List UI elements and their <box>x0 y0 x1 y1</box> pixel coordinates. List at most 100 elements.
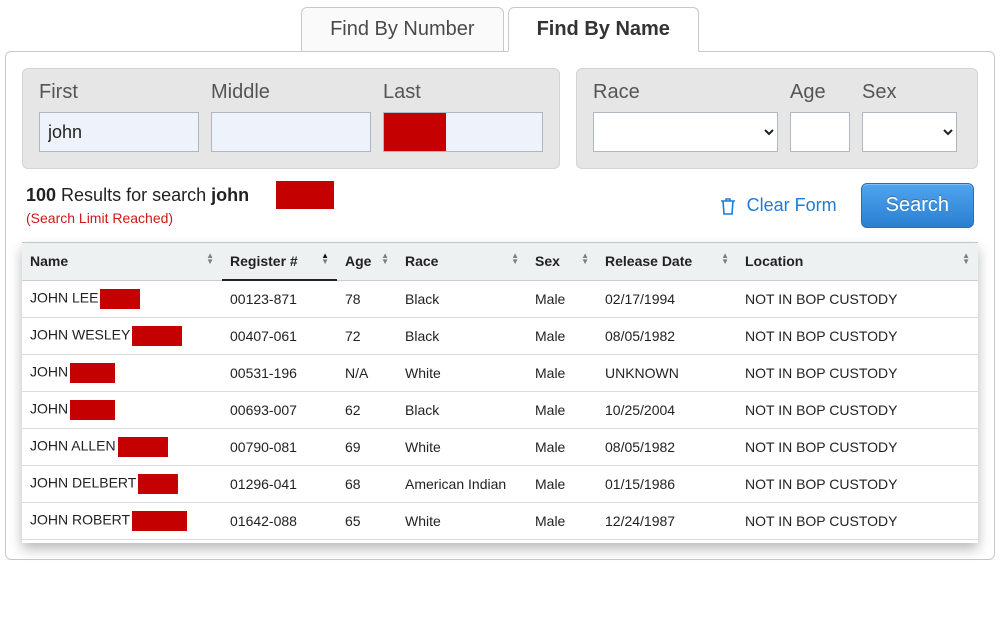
tab-find-by-name[interactable]: Find By Name <box>508 7 699 52</box>
sort-icon: ▲▼ <box>581 253 589 265</box>
cell-race: White <box>397 354 527 391</box>
cell-age: 65 <box>337 502 397 539</box>
table-row[interactable]: JOHN WESLEY00407-06172BlackMale08/05/198… <box>22 317 978 354</box>
cell-age: 69 <box>337 428 397 465</box>
sort-icon: ▲▼ <box>321 253 329 265</box>
table-row[interactable]: JOHN LEE00123-87178BlackMale02/17/1994NO… <box>22 280 978 317</box>
cell-sex: Male <box>527 539 597 543</box>
cell-sex: Male <box>527 280 597 317</box>
race-label: Race <box>593 81 778 104</box>
col-header-release[interactable]: Release Date ▲▼ <box>597 243 737 280</box>
redaction-block <box>276 181 334 209</box>
cell-name: JOHN <box>22 354 222 391</box>
col-header-sex[interactable]: Sex ▲▼ <box>527 243 597 280</box>
cell-location: NOT IN BOP CUSTODY <box>737 465 978 502</box>
redaction-block <box>100 289 140 309</box>
redaction-block <box>132 326 182 346</box>
cell-register: 00531-196 <box>222 354 337 391</box>
cell-location: NOT IN BOP CUSTODY <box>737 391 978 428</box>
cell-release: UNKNOWN <box>597 354 737 391</box>
cell-race: Black <box>397 391 527 428</box>
cell-register: 00790-081 <box>222 428 337 465</box>
cell-register: 00693-007 <box>222 391 337 428</box>
cell-location: NOT IN BOP CUSTODY <box>737 539 978 543</box>
tab-find-by-number[interactable]: Find By Number <box>301 7 504 52</box>
col-header-register[interactable]: Register # ▲▼ <box>222 243 337 280</box>
redaction-block <box>118 437 168 457</box>
redaction-block <box>384 113 446 151</box>
cell-sex: Male <box>527 317 597 354</box>
cell-age: 70 <box>337 539 397 543</box>
col-header-race[interactable]: Race ▲▼ <box>397 243 527 280</box>
cell-name: JOHN WESLEY <box>22 317 222 354</box>
table-row[interactable]: JOHN DELBERT01296-04168American IndianMa… <box>22 465 978 502</box>
cell-age: 62 <box>337 391 397 428</box>
cell-race: White <box>397 539 527 543</box>
sort-icon: ▲▼ <box>206 253 214 265</box>
cell-sex: Male <box>527 391 597 428</box>
first-input[interactable] <box>39 112 199 152</box>
sort-icon: ▲▼ <box>381 253 389 265</box>
results-scroll[interactable]: Name ▲▼ Register # ▲▼ Age ▲▼ <box>22 243 978 543</box>
clear-form-link[interactable]: Clear Form <box>719 195 837 216</box>
cell-location: NOT IN BOP CUSTODY <box>737 354 978 391</box>
cell-age: N/A <box>337 354 397 391</box>
cell-release: 12/24/1987 <box>597 502 737 539</box>
cell-sex: Male <box>527 502 597 539</box>
middle-input[interactable] <box>211 112 371 152</box>
middle-label: Middle <box>211 81 371 104</box>
first-label: First <box>39 81 199 104</box>
col-header-location[interactable]: Location ▲▼ <box>737 243 978 280</box>
last-label: Last <box>383 81 543 104</box>
cell-register: 01642-088 <box>222 502 337 539</box>
sort-icon: ▲▼ <box>962 253 970 265</box>
redaction-block <box>70 363 115 383</box>
table-row[interactable]: JOHN ALLEN00790-08169WhiteMale08/05/1982… <box>22 428 978 465</box>
cell-name: JOHN <box>22 391 222 428</box>
age-label: Age <box>790 81 850 104</box>
sex-select[interactable] <box>862 112 957 152</box>
table-row[interactable]: JOHN ROBERT01642-08865WhiteMale12/24/198… <box>22 502 978 539</box>
race-select[interactable] <box>593 112 778 152</box>
sex-label: Sex <box>862 81 957 104</box>
cell-race: White <box>397 428 527 465</box>
redaction-block <box>70 400 115 420</box>
cell-location: NOT IN BOP CUSTODY <box>737 428 978 465</box>
results-table: Name ▲▼ Register # ▲▼ Age ▲▼ <box>22 243 978 543</box>
cell-name: JOHN LEE <box>22 280 222 317</box>
redaction-block <box>132 511 187 531</box>
sort-icon: ▲▼ <box>721 253 729 265</box>
age-input[interactable] <box>790 112 850 152</box>
table-row[interactable]: JOHN01924-00070WhiteMaleUNKNOWNNOT IN BO… <box>22 539 978 543</box>
cell-release: 08/05/1982 <box>597 428 737 465</box>
trash-icon <box>719 196 737 216</box>
cell-age: 68 <box>337 465 397 502</box>
sort-icon: ▲▼ <box>511 253 519 265</box>
limit-note: (Search Limit Reached) <box>26 210 249 226</box>
cell-name: JOHN DELBERT <box>22 465 222 502</box>
cell-name: JOHN <box>22 539 222 543</box>
cell-register: 00123-871 <box>222 280 337 317</box>
cell-register: 01924-000 <box>222 539 337 543</box>
cell-release: UNKNOWN <box>597 539 737 543</box>
search-panel: First Middle Last Race <box>5 51 995 560</box>
cell-register: 01296-041 <box>222 465 337 502</box>
cell-release: 02/17/1994 <box>597 280 737 317</box>
table-row[interactable]: JOHN00693-00762BlackMale10/25/2004NOT IN… <box>22 391 978 428</box>
table-row[interactable]: JOHN00531-196N/AWhiteMaleUNKNOWNNOT IN B… <box>22 354 978 391</box>
search-button[interactable]: Search <box>861 183 974 228</box>
cell-race: White <box>397 502 527 539</box>
cell-age: 78 <box>337 280 397 317</box>
cell-race: American Indian <box>397 465 527 502</box>
cell-location: NOT IN BOP CUSTODY <box>737 502 978 539</box>
col-header-name[interactable]: Name ▲▼ <box>22 243 222 280</box>
cell-race: Black <box>397 280 527 317</box>
result-summary: 100 Results for search john <box>26 185 249 206</box>
cell-sex: Male <box>527 354 597 391</box>
cell-release: 01/15/1986 <box>597 465 737 502</box>
cell-sex: Male <box>527 428 597 465</box>
cell-location: NOT IN BOP CUSTODY <box>737 280 978 317</box>
redaction-block <box>138 474 178 494</box>
clear-form-label: Clear Form <box>747 195 837 216</box>
col-header-age[interactable]: Age ▲▼ <box>337 243 397 280</box>
